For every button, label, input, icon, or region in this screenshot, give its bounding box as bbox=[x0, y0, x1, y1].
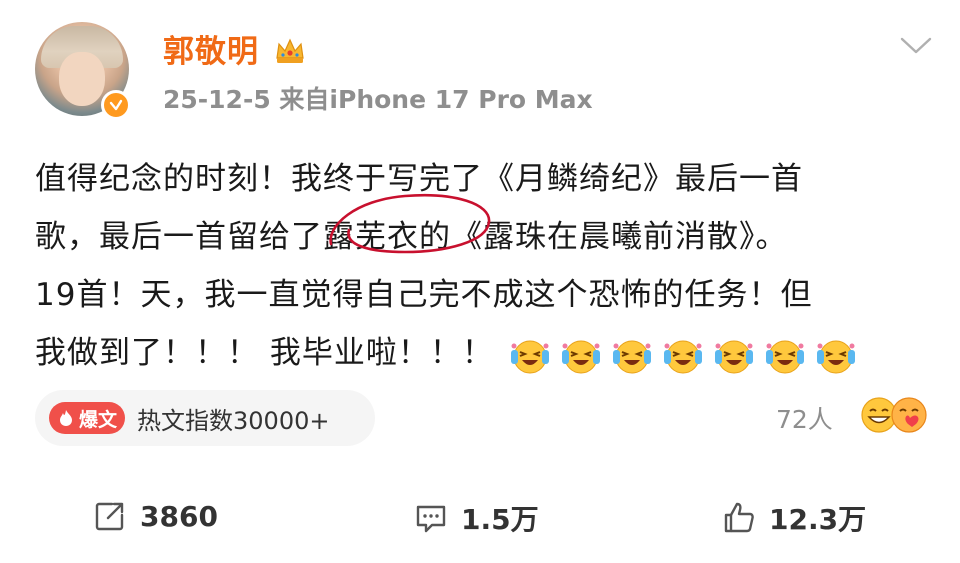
hot-tag-label: 爆文 bbox=[79, 408, 118, 431]
kiss-emoji-icon bbox=[891, 397, 927, 433]
reaction-count[interactable]: 72人 bbox=[776, 400, 833, 436]
post-line: 19首！天，我一直觉得自己完不成这个恐怖的任务！但 bbox=[35, 277, 813, 313]
hot-index-text: 热文指数30000+ bbox=[137, 406, 330, 435]
thumbs-up-icon bbox=[724, 502, 754, 533]
chevron-down-icon[interactable] bbox=[899, 36, 933, 56]
post-body: 值得纪念的时刻！我终于写完了《月鳞绮纪》最后一首 歌，最后一首留给了露芜衣的《露… bbox=[35, 150, 925, 384]
crying-laughing-emoji-icon bbox=[561, 340, 600, 374]
verified-badge-icon bbox=[101, 90, 131, 120]
crying-laughing-emoji-icon bbox=[510, 340, 549, 374]
post-meta: 25-12-5 来自iPhone 17 Pro Max bbox=[163, 85, 593, 114]
crying-laughing-emoji-icon bbox=[714, 340, 753, 374]
repost-button[interactable]: 3860 bbox=[92, 498, 218, 534]
crying-laughing-emoji-icon bbox=[816, 340, 855, 374]
crown-icon bbox=[276, 38, 304, 63]
crying-laughing-emoji-icon bbox=[765, 340, 804, 374]
post-line: 值得纪念的时刻！我终于写完了《月鳞绮纪》最后一首 bbox=[35, 161, 803, 197]
share-icon bbox=[95, 502, 124, 531]
username[interactable]: 郭敬明 bbox=[163, 32, 259, 72]
post-line: 我做到了！！！ 我毕业啦！！！ bbox=[35, 324, 925, 384]
hot-badge[interactable]: 爆文 热文指数30000+ bbox=[35, 390, 375, 446]
post-line-text: 我做到了！！！ 我毕业啦！！！ bbox=[35, 335, 494, 371]
avatar[interactable] bbox=[35, 22, 131, 120]
like-count: 12.3万 bbox=[769, 503, 867, 536]
comment-icon bbox=[416, 505, 446, 533]
like-button[interactable]: 12.3万 bbox=[721, 498, 866, 538]
crying-laughing-emoji-icon bbox=[663, 340, 702, 374]
repost-count: 3860 bbox=[140, 499, 218, 533]
crying-laughing-emoji-icon bbox=[612, 340, 651, 374]
hot-tag: 爆文 bbox=[49, 402, 126, 434]
comment-count: 1.5万 bbox=[461, 503, 539, 536]
post-line: 歌，最后一首留给了露芜衣的《露珠在晨曦前消散》。 bbox=[35, 219, 788, 255]
emoji-row bbox=[510, 326, 867, 384]
flame-icon bbox=[60, 410, 72, 426]
comment-button[interactable]: 1.5万 bbox=[413, 498, 539, 538]
